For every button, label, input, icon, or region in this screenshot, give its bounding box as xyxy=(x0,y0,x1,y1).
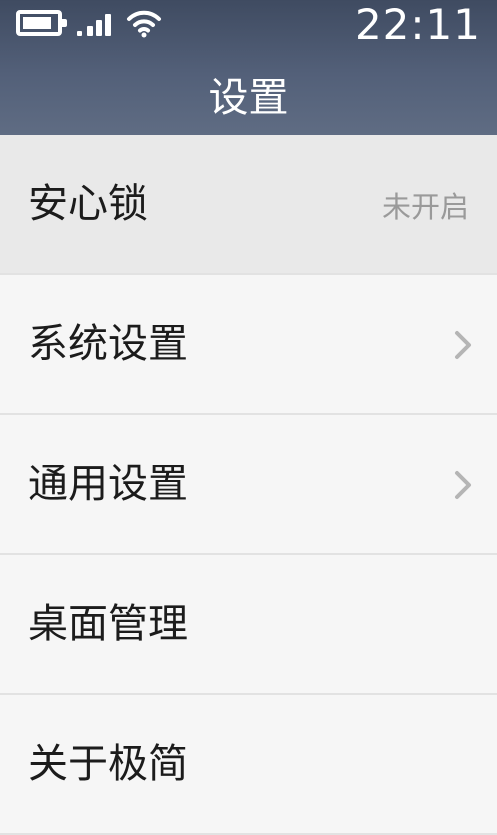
page-title: 设置 xyxy=(208,75,289,121)
settings-item-system[interactable]: 系统设置 xyxy=(0,275,497,415)
settings-item-general[interactable]: 通用设置 xyxy=(0,415,497,555)
chevron-right-icon xyxy=(455,331,471,359)
signal-icon xyxy=(77,10,115,36)
chevron-right-icon xyxy=(455,471,471,499)
status-time: 22:11 xyxy=(354,0,481,49)
settings-item-label: 安心锁 xyxy=(28,181,148,227)
status-bar: 22:11 xyxy=(0,0,497,50)
battery-icon xyxy=(16,10,67,36)
app-header: 22:11 设置 xyxy=(0,0,497,135)
settings-item-desktop[interactable]: 桌面管理 xyxy=(0,555,497,695)
settings-item-label: 通用设置 xyxy=(28,461,188,507)
settings-item-label: 关于极简 xyxy=(28,741,188,787)
settings-list: 安心锁 未开启 系统设置 通用设置 桌面管理 关于极简 xyxy=(0,135,497,835)
settings-item-about[interactable]: 关于极简 xyxy=(0,695,497,835)
wifi-icon xyxy=(127,10,161,38)
settings-item-label: 系统设置 xyxy=(28,321,188,367)
settings-item-status: 未开启 xyxy=(381,190,469,224)
settings-item-label: 桌面管理 xyxy=(28,601,188,647)
battery-level xyxy=(23,17,51,29)
settings-item-security-lock[interactable]: 安心锁 未开启 xyxy=(0,135,497,275)
